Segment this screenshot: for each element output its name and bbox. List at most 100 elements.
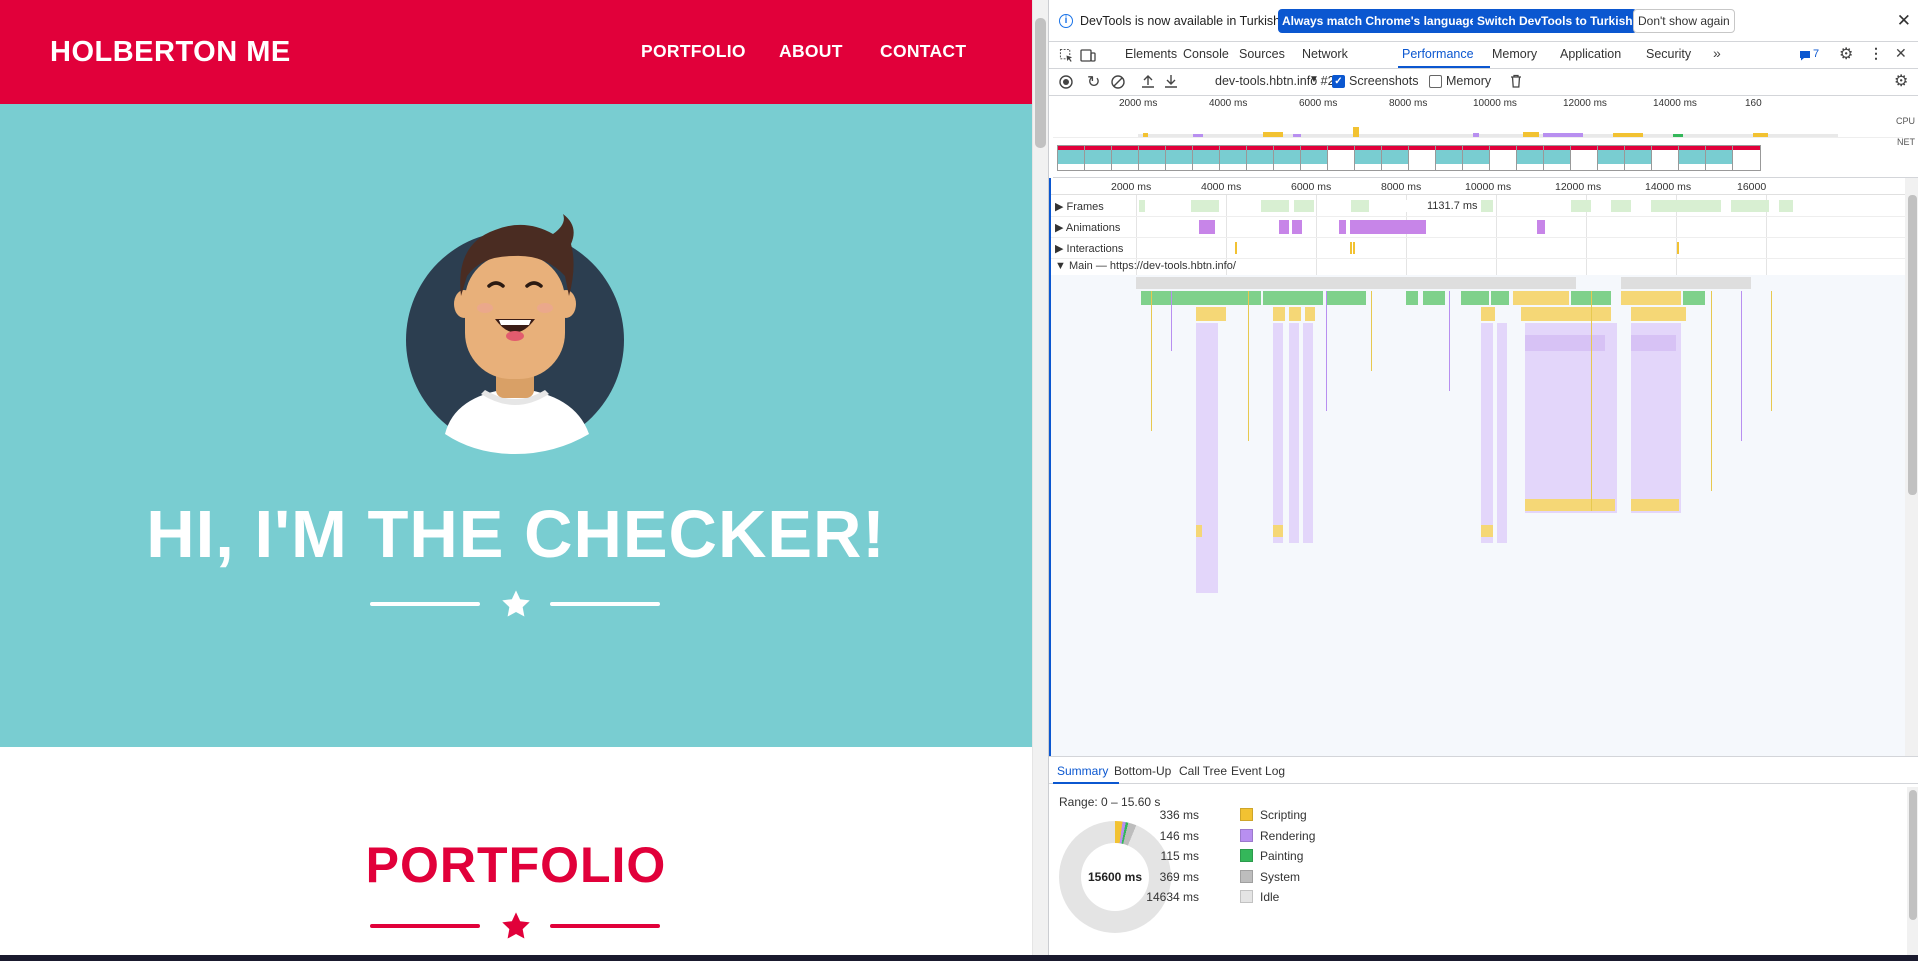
tab-memory[interactable]: Memory (1492, 47, 1537, 61)
screenshot-thumbnail[interactable] (1327, 145, 1356, 171)
screenshot-thumbnail[interactable] (1273, 145, 1302, 171)
nav-link-contact[interactable]: CONTACT (880, 41, 966, 62)
screenshot-thumbnail[interactable] (1300, 145, 1329, 171)
page-scrollbar-thumb[interactable] (1035, 18, 1046, 148)
expand-arrow-icon: ▶ (1055, 201, 1067, 213)
screenshot-thumbnail[interactable] (1111, 145, 1140, 171)
site-brand[interactable]: HOLBERTON ME (50, 36, 291, 69)
flame-chart[interactable]: 2000 ms 4000 ms 6000 ms 8000 ms 10000 ms… (1049, 178, 1905, 756)
close-icon[interactable]: ✕ (1897, 11, 1911, 31)
tab-security[interactable]: Security (1646, 47, 1691, 61)
interactions-track[interactable]: ▶ Interactions (1051, 238, 1905, 259)
nav-link-about[interactable]: ABOUT (779, 41, 843, 62)
garbage-collect-icon[interactable] (1510, 74, 1522, 88)
main-thread-track[interactable]: ▼ Main — https://dev-tools.hbtn.info/ (1051, 259, 1905, 275)
overview-tick: 2000 ms (1119, 98, 1158, 109)
hero-section: HI, I'M THE CHECKER! (0, 104, 1032, 747)
screenshot-thumbnail[interactable] (1732, 145, 1761, 171)
overview-tick: 6000 ms (1299, 98, 1338, 109)
screenshot-thumbnail[interactable] (1138, 145, 1167, 171)
screenshot-thumbnail[interactable] (1597, 145, 1626, 171)
issues-count[interactable]: 7 (1813, 48, 1819, 60)
legend-label: Rendering (1260, 828, 1316, 843)
flame-chart-scrollbar-thumb[interactable] (1908, 195, 1917, 495)
screenshot-thumbnail[interactable] (1462, 145, 1491, 171)
screenshot-filmstrip[interactable] (1053, 145, 1918, 173)
devtools-panel: i DevTools is now available in Turkish! … (1048, 0, 1918, 961)
tab-sources[interactable]: Sources (1239, 47, 1285, 61)
screenshot-thumbnail[interactable] (1408, 145, 1437, 171)
tab-performance[interactable]: Performance (1402, 47, 1474, 61)
kebab-menu-icon[interactable]: ⋮ (1869, 45, 1883, 62)
screenshot-thumbnail[interactable] (1624, 145, 1653, 171)
screenshot-thumbnail[interactable] (1705, 145, 1734, 171)
legend-swatch (1240, 849, 1253, 862)
download-icon[interactable] (1164, 74, 1178, 89)
animations-track[interactable]: ▶ Animations (1051, 217, 1905, 238)
screenshot-thumbnail[interactable] (1435, 145, 1464, 171)
legend-label: Scripting (1260, 808, 1307, 822)
close-devtools-icon[interactable]: ✕ (1895, 45, 1907, 62)
frame-duration-label: 1131.7 ms (1427, 200, 1478, 212)
screenshot-thumbnail[interactable] (1651, 145, 1680, 171)
language-infobar: i DevTools is now available in Turkish! … (1049, 0, 1918, 42)
screenshot-thumbnail[interactable] (1489, 145, 1518, 171)
issues-icon[interactable] (1799, 50, 1811, 61)
tab-application[interactable]: Application (1560, 47, 1621, 61)
more-tabs-icon[interactable]: » (1713, 45, 1721, 61)
screenshot-thumbnail[interactable] (1165, 145, 1194, 171)
tab-console[interactable]: Console (1183, 47, 1229, 61)
timeline-overview[interactable]: 2000 ms 4000 ms 6000 ms 8000 ms 10000 ms… (1053, 96, 1918, 178)
switch-to-turkish-button[interactable]: Switch DevTools to Turkish (1473, 9, 1637, 33)
tab-elements[interactable]: Elements (1125, 47, 1177, 61)
nav-link-portfolio[interactable]: PORTFOLIO (641, 41, 746, 62)
overview-tick: 4000 ms (1209, 98, 1248, 109)
screenshot-thumbnail[interactable] (1354, 145, 1383, 171)
screenshot-thumbnail[interactable] (1192, 145, 1221, 171)
screenshot-thumbnail[interactable] (1678, 145, 1707, 171)
main-thread-flame[interactable] (1051, 275, 1905, 756)
screenshot-thumbnail[interactable] (1057, 145, 1086, 171)
memory-checkbox[interactable] (1429, 75, 1442, 88)
screenshot-thumbnail[interactable] (1084, 145, 1113, 171)
ruler-tick: 8000 ms (1381, 181, 1422, 193)
screenshots-checkbox[interactable]: ✓ (1332, 75, 1345, 88)
record-icon[interactable] (1059, 75, 1073, 89)
avatar (406, 214, 624, 454)
details-scrollbar-thumb[interactable] (1909, 790, 1917, 920)
settings-gear-icon[interactable]: ⚙ (1839, 44, 1853, 64)
legend-value: 336 ms (1159, 808, 1199, 822)
infobar-message: DevTools is now available in Turkish! (1080, 14, 1284, 28)
frames-track-label[interactable]: ▶ Frames (1055, 200, 1104, 213)
memory-label[interactable]: Memory (1446, 74, 1491, 88)
frames-track[interactable]: ▶ Frames 1131.7 ms (1051, 196, 1905, 217)
legend-value: 115 ms (1160, 849, 1199, 863)
tab-network[interactable]: Network (1302, 47, 1348, 61)
site-header: HOLBERTON ME PORTFOLIO ABOUT CONTACT (0, 0, 1032, 104)
screenshot-thumbnail[interactable] (1516, 145, 1545, 171)
main-thread-label[interactable]: ▼ Main — https://dev-tools.hbtn.info/ (1055, 260, 1236, 272)
always-match-language-button[interactable]: Always match Chrome's language (1278, 9, 1481, 33)
hero-title: HI, I'M THE CHECKER! (146, 497, 886, 572)
interactions-track-label[interactable]: ▶ Interactions (1055, 242, 1123, 255)
legend-swatch (1240, 890, 1253, 903)
legend-swatch (1240, 828, 1253, 842)
screenshots-label[interactable]: Screenshots (1349, 74, 1418, 88)
screenshot-thumbnail[interactable] (1570, 145, 1599, 171)
screenshot-thumbnail[interactable] (1219, 145, 1248, 171)
capture-settings-icon[interactable]: ⚙ (1894, 71, 1908, 91)
reload-record-icon[interactable]: ↻ (1087, 72, 1100, 92)
dont-show-again-button[interactable]: Don't show again (1633, 9, 1735, 33)
chevron-down-icon[interactable]: ▼ (1309, 74, 1319, 85)
overview-tick: 160 (1745, 98, 1762, 109)
overview-tick: 12000 ms (1563, 98, 1607, 109)
legend-value: 146 ms (1159, 828, 1199, 843)
screenshot-thumbnail[interactable] (1381, 145, 1410, 171)
screenshot-thumbnail[interactable] (1543, 145, 1572, 171)
screenshot-thumbnail[interactable] (1246, 145, 1275, 171)
animations-track-label[interactable]: ▶ Animations (1055, 221, 1120, 234)
inspect-element-icon[interactable] (1059, 48, 1074, 63)
device-toolbar-icon[interactable] (1080, 48, 1096, 63)
clear-icon[interactable] (1111, 75, 1125, 89)
upload-icon[interactable] (1141, 74, 1155, 89)
